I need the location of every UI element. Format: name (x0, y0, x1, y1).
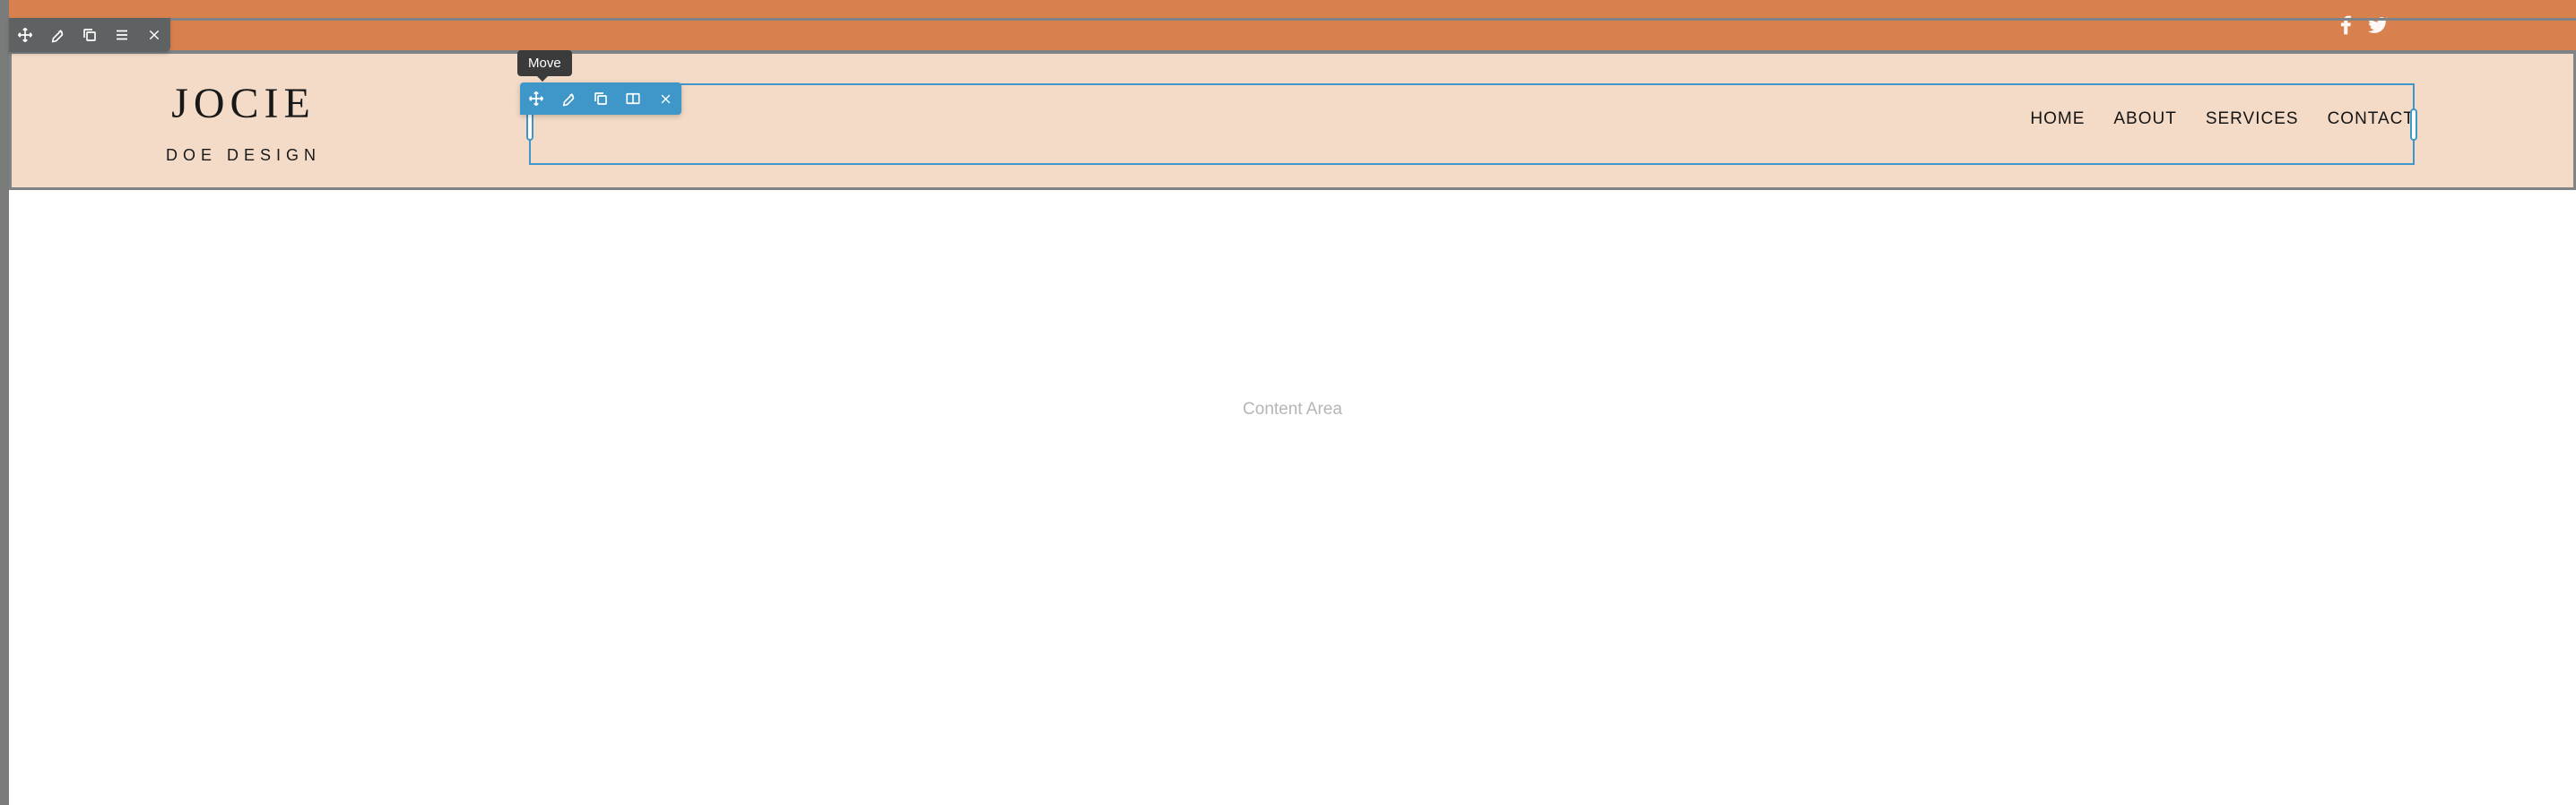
menu-icon (114, 27, 130, 43)
content-area[interactable]: Content Area (9, 192, 2576, 805)
module-selection-border (529, 83, 2415, 165)
facebook-icon[interactable] (2340, 15, 2352, 35)
resize-handle-right[interactable] (2410, 108, 2417, 141)
move-icon (17, 27, 33, 43)
move-icon (528, 91, 544, 107)
duplicate-module-button[interactable] (585, 82, 617, 115)
logo-title: JOCIE (166, 79, 321, 128)
content-placeholder: Content Area (1243, 400, 1342, 805)
top-bar (9, 0, 2576, 50)
twitter-icon[interactable] (2368, 15, 2388, 35)
module-toolbar (520, 82, 681, 115)
move-tooltip: Move (517, 50, 572, 76)
move-section-button[interactable] (9, 18, 41, 52)
settings-section-button[interactable] (41, 18, 74, 52)
logo-subtitle: DOE DESIGN (166, 146, 321, 165)
duplicate-icon (82, 27, 98, 43)
close-icon (659, 92, 672, 106)
delete-section-button[interactable] (138, 18, 170, 52)
site-header: JOCIE DOE DESIGN HOME ABOUT SERVICES CON… (9, 50, 2576, 188)
wrench-icon (49, 27, 65, 43)
duplicate-icon (593, 91, 609, 107)
close-icon (147, 28, 161, 42)
duplicate-section-button[interactable] (74, 18, 106, 52)
columns-module-button[interactable] (617, 82, 649, 115)
delete-module-button[interactable] (649, 82, 681, 115)
editor-left-border (0, 0, 9, 805)
menu-section-button[interactable] (106, 18, 138, 52)
columns-icon (625, 91, 641, 107)
logo-area[interactable]: JOCIE DOE DESIGN (9, 74, 357, 165)
move-module-button[interactable] (520, 82, 552, 115)
wrench-icon (560, 91, 577, 107)
social-icons (2340, 15, 2388, 35)
settings-module-button[interactable] (552, 82, 585, 115)
section-toolbar (9, 18, 170, 52)
